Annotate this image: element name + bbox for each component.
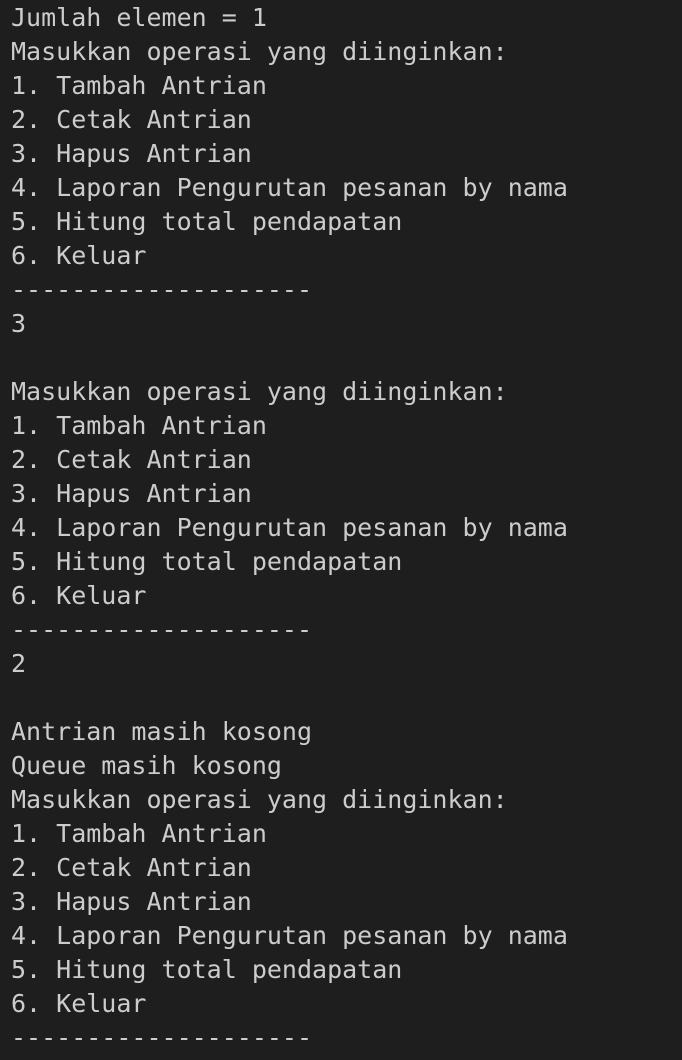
- terminal-line: Masukkan operasi yang diinginkan:: [11, 377, 508, 406]
- menu-item-total-income: 5. Hitung total pendapatan: [11, 955, 403, 984]
- menu-item-delete-queue: 3. Hapus Antrian: [11, 479, 252, 508]
- menu-item-delete-queue: 3. Hapus Antrian: [11, 139, 252, 168]
- separator-line: --------------------: [11, 275, 313, 304]
- separator-line: --------------------: [11, 1023, 313, 1052]
- user-input-line: 3: [11, 309, 27, 338]
- menu-item-add-queue: 1. Tambah Antrian: [11, 71, 267, 100]
- menu-item-print-queue: 2. Cetak Antrian: [11, 853, 252, 882]
- status-message: Queue masih kosong: [11, 751, 282, 780]
- separator-line: --------------------: [11, 615, 313, 644]
- menu-item-sort-report: 4. Laporan Pengurutan pesanan by nama: [11, 921, 568, 950]
- terminal-line: Masukkan operasi yang diinginkan:: [11, 37, 508, 66]
- terminal-line: Jumlah elemen = 1: [11, 3, 267, 32]
- menu-item-sort-report: 4. Laporan Pengurutan pesanan by nama: [11, 173, 568, 202]
- terminal-output: Jumlah elemen = 1 Masukkan operasi yang …: [0, 0, 682, 1060]
- user-input-line: 2: [11, 649, 27, 678]
- menu-item-print-queue: 2. Cetak Antrian: [11, 105, 252, 134]
- menu-item-add-queue: 1. Tambah Antrian: [11, 819, 267, 848]
- menu-item-add-queue: 1. Tambah Antrian: [11, 411, 267, 440]
- menu-item-exit: 6. Keluar: [11, 989, 147, 1018]
- terminal-line: Masukkan operasi yang diinginkan:: [11, 785, 508, 814]
- menu-item-delete-queue: 3. Hapus Antrian: [11, 887, 252, 916]
- menu-item-print-queue: 2. Cetak Antrian: [11, 445, 252, 474]
- menu-item-sort-report: 4. Laporan Pengurutan pesanan by nama: [11, 513, 568, 542]
- menu-item-exit: 6. Keluar: [11, 241, 147, 270]
- status-message: Antrian masih kosong: [11, 717, 313, 746]
- menu-item-exit: 6. Keluar: [11, 581, 147, 610]
- menu-item-total-income: 5. Hitung total pendapatan: [11, 547, 403, 576]
- menu-item-total-income: 5. Hitung total pendapatan: [11, 207, 403, 236]
